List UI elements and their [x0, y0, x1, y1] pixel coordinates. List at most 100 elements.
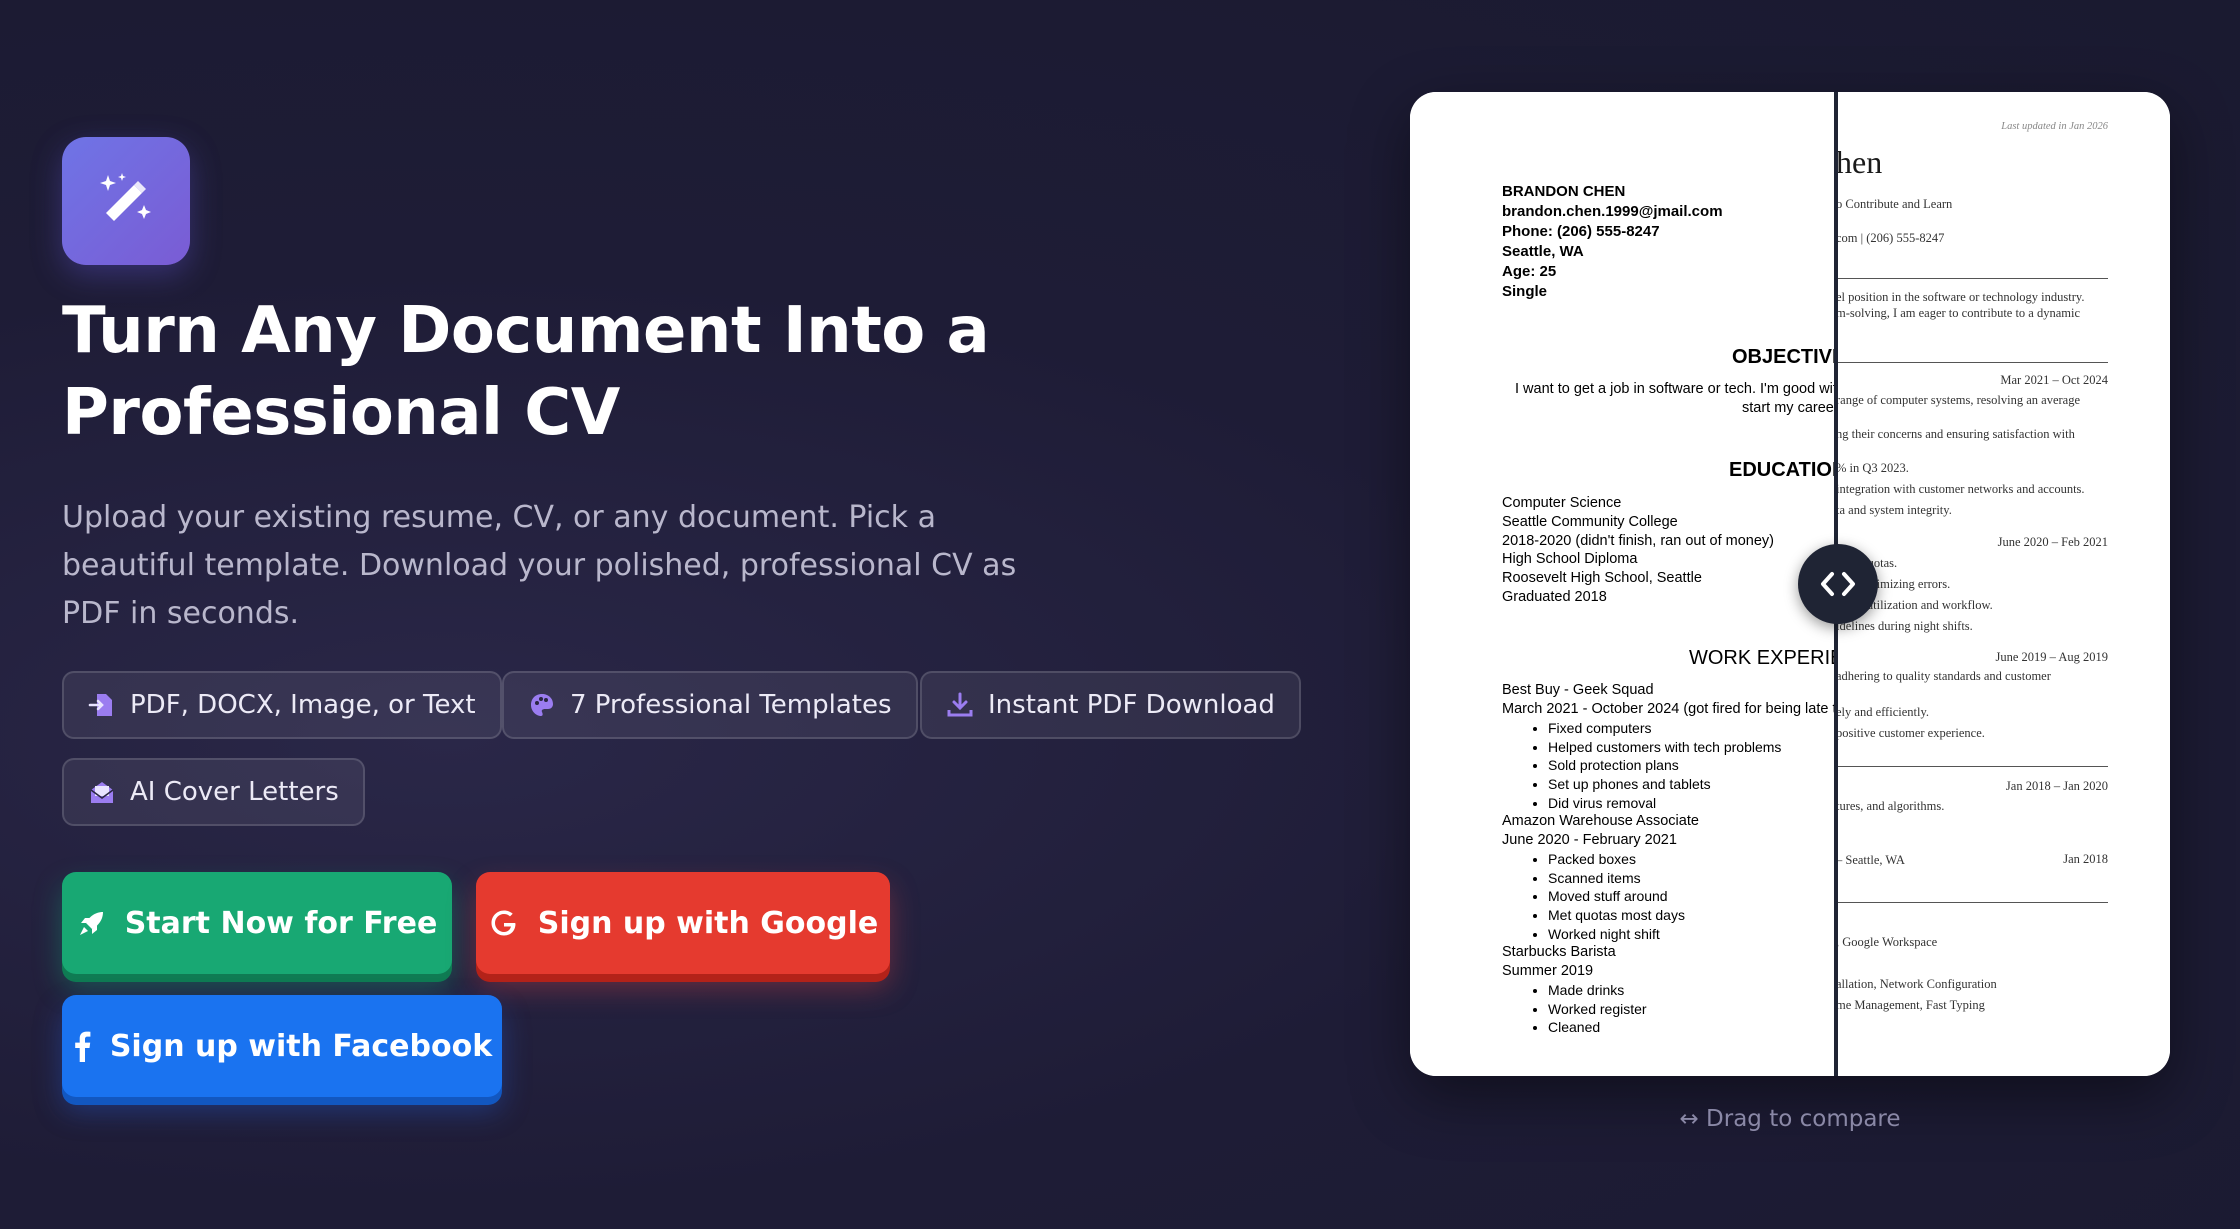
- feature-chip-templates: 7 Professional Templates: [502, 671, 918, 739]
- file-import-icon: [88, 694, 112, 716]
- edu-line: – Seattle, WA: [1836, 853, 1905, 867]
- job-bullet: Made drinks: [1548, 981, 1647, 1000]
- section-rule: [1836, 278, 2108, 279]
- job-line: adhering to quality standards and custom…: [1836, 669, 2051, 683]
- magic-wand-sparkles-icon: [100, 173, 151, 221]
- cv-tagline: o Contribute and Learn: [1836, 197, 1953, 211]
- job-bullet: Packed boxes: [1548, 850, 1685, 869]
- job-bullet: Scanned items: [1548, 869, 1685, 888]
- cv-compare-slider[interactable]: Last updated in Jan 2026 hen o Contribut…: [1410, 92, 2170, 1076]
- education-line: High School Diploma: [1502, 551, 1638, 567]
- job-title: Best Buy - Geek Squad: [1502, 682, 1654, 698]
- section-rule: [1836, 766, 2108, 767]
- palette-icon: [531, 694, 553, 716]
- job-dates: Mar 2021 – Oct 2024: [2000, 373, 2108, 387]
- envelope-open-icon: [90, 782, 114, 803]
- objective-heading: OBJECTIVE: [1732, 346, 1836, 368]
- hero-subtitle: Upload your existing resume, CV, or any …: [62, 500, 1017, 631]
- job-bullet: Worked register: [1548, 1000, 1647, 1019]
- education-line: Seattle Community College: [1502, 514, 1678, 530]
- section-rule: [1836, 362, 2108, 363]
- job-bullet: Did virus removal: [1548, 794, 1781, 813]
- objective-line: start my career.: [1742, 400, 1836, 416]
- compare-handle[interactable]: [1798, 544, 1878, 624]
- skills-line: me Management, Fast Typing: [1836, 998, 1985, 1012]
- job-line: idelines during night shifts.: [1836, 619, 1973, 633]
- edu-dates: Jan 2018 – Jan 2020: [2005, 779, 2108, 793]
- job-title: Starbucks Barista: [1502, 944, 1616, 960]
- google-signup-button[interactable]: Sign up with Google: [476, 872, 890, 974]
- job-title: Amazon Warehouse Associate: [1502, 813, 1699, 829]
- job-bullet: Worked night shift: [1548, 925, 1685, 944]
- drag-hint-label: Drag to compare: [1706, 1106, 1901, 1132]
- job-bullet: Helped customers with tech problems: [1548, 738, 1781, 757]
- work-heading: WORK EXPERIENCE: [1689, 647, 1836, 669]
- cv-contact: com | (206) 555-8247: [1836, 231, 1945, 245]
- job-bullets: Packed boxes Scanned items Moved stuff a…: [1548, 850, 1685, 944]
- job-dates: June 2019 – Aug 2019: [1995, 650, 2109, 664]
- cv-header-line: Age: 25: [1502, 263, 1557, 280]
- download-icon: [947, 692, 973, 717]
- arrows-left-right-icon: ↔: [1679, 1106, 1699, 1132]
- start-now-label: Start Now for Free: [124, 905, 438, 941]
- summary-line: m-solving, I am eager to contribute to a…: [1836, 306, 2081, 320]
- edu-dates: Jan 2018: [2063, 852, 2108, 866]
- job-bullets: Made drinks Worked register Cleaned: [1548, 981, 1647, 1037]
- feature-chip-download: Instant PDF Download: [920, 671, 1301, 739]
- job-line: ta and system integrity.: [1836, 503, 1952, 517]
- skills-line: , Google Workspace: [1836, 935, 1938, 949]
- feature-chip-label: PDF, DOCX, Image, or Text: [130, 690, 476, 720]
- cv-header-line: Single: [1502, 283, 1548, 300]
- drag-to-compare-hint: ↔ Drag to compare: [1410, 1106, 2170, 1132]
- google-signup-label: Sign up with Google: [537, 905, 879, 941]
- feature-chip-label: Instant PDF Download: [988, 690, 1275, 720]
- education-line: 2018-2020 (didn't finish, ran out of mon…: [1502, 533, 1774, 549]
- education-line: Graduated 2018: [1502, 589, 1607, 605]
- feature-chip-cover-letters: AI Cover Letters: [62, 758, 365, 826]
- rocket-icon: [79, 912, 103, 935]
- facebook-signup-button[interactable]: Sign up with Facebook: [62, 995, 502, 1097]
- before-cv-preview: BRANDON CHEN brandon.chen.1999@jmail.com…: [1410, 92, 1836, 1076]
- job-line: range of computer systems, resolving an …: [1836, 393, 2081, 407]
- job-bullet: Moved stuff around: [1548, 887, 1685, 906]
- feature-chip-label: AI Cover Letters: [130, 777, 339, 807]
- summary-line: el position in the software or technolog…: [1836, 290, 2085, 304]
- chevrons-left-right-icon: [1821, 572, 1855, 596]
- job-bullets: Fixed computers Helped customers with te…: [1548, 719, 1781, 813]
- job-line: positive customer experience.: [1836, 726, 1985, 740]
- job-line: ng their concerns and ensuring satisfact…: [1836, 427, 2075, 441]
- job-dates: June 2020 – Feb 2021: [1997, 535, 2108, 549]
- job-dates: March 2021 - October 2024 (got fired for…: [1502, 701, 1836, 717]
- job-bullet: Cleaned: [1548, 1018, 1647, 1037]
- education-line: Computer Science: [1502, 495, 1622, 511]
- facebook-signup-label: Sign up with Facebook: [109, 1028, 493, 1064]
- job-dates: Summer 2019: [1502, 963, 1594, 979]
- last-updated: Last updated in Jan 2026: [2001, 121, 2108, 132]
- hero-title: Turn Any Document Into a Professional CV: [62, 294, 990, 450]
- job-bullet: Fixed computers: [1548, 719, 1781, 738]
- education-line: Roosevelt High School, Seattle: [1502, 570, 1702, 586]
- job-line: % in Q3 2023.: [1836, 461, 1909, 475]
- app-logo: [62, 137, 190, 265]
- after-cv-preview: Last updated in Jan 2026 hen o Contribut…: [1836, 92, 2170, 1076]
- job-line: integration with customer networks and a…: [1836, 482, 2085, 496]
- job-dates: June 2020 - February 2021: [1502, 832, 1677, 848]
- skills-line: allation, Network Configuration: [1836, 977, 1997, 991]
- job-bullet: Set up phones and tablets: [1548, 775, 1781, 794]
- facebook-icon: [75, 1031, 91, 1062]
- cv-header-line: BRANDON CHEN: [1502, 183, 1626, 200]
- feature-chip-label: 7 Professional Templates: [570, 690, 892, 720]
- section-rule: [1836, 902, 2108, 903]
- education-heading: EDUCATION: [1729, 459, 1836, 481]
- cv-header-line: Seattle, WA: [1502, 243, 1584, 260]
- cv-header-line: Phone: (206) 555-8247: [1502, 223, 1660, 240]
- job-line: ely and efficiently.: [1836, 705, 1930, 719]
- cv-name: hen: [1836, 144, 1883, 180]
- job-bullet: Sold protection plans: [1548, 756, 1781, 775]
- google-icon: [491, 910, 516, 936]
- edu-line: tures, and algorithms.: [1836, 799, 1945, 813]
- start-now-button[interactable]: Start Now for Free: [62, 872, 452, 974]
- cv-header-line: brandon.chen.1999@jmail.com: [1502, 203, 1723, 220]
- feature-chip-formats: PDF, DOCX, Image, or Text: [62, 671, 502, 739]
- job-bullet: Met quotas most days: [1548, 906, 1685, 925]
